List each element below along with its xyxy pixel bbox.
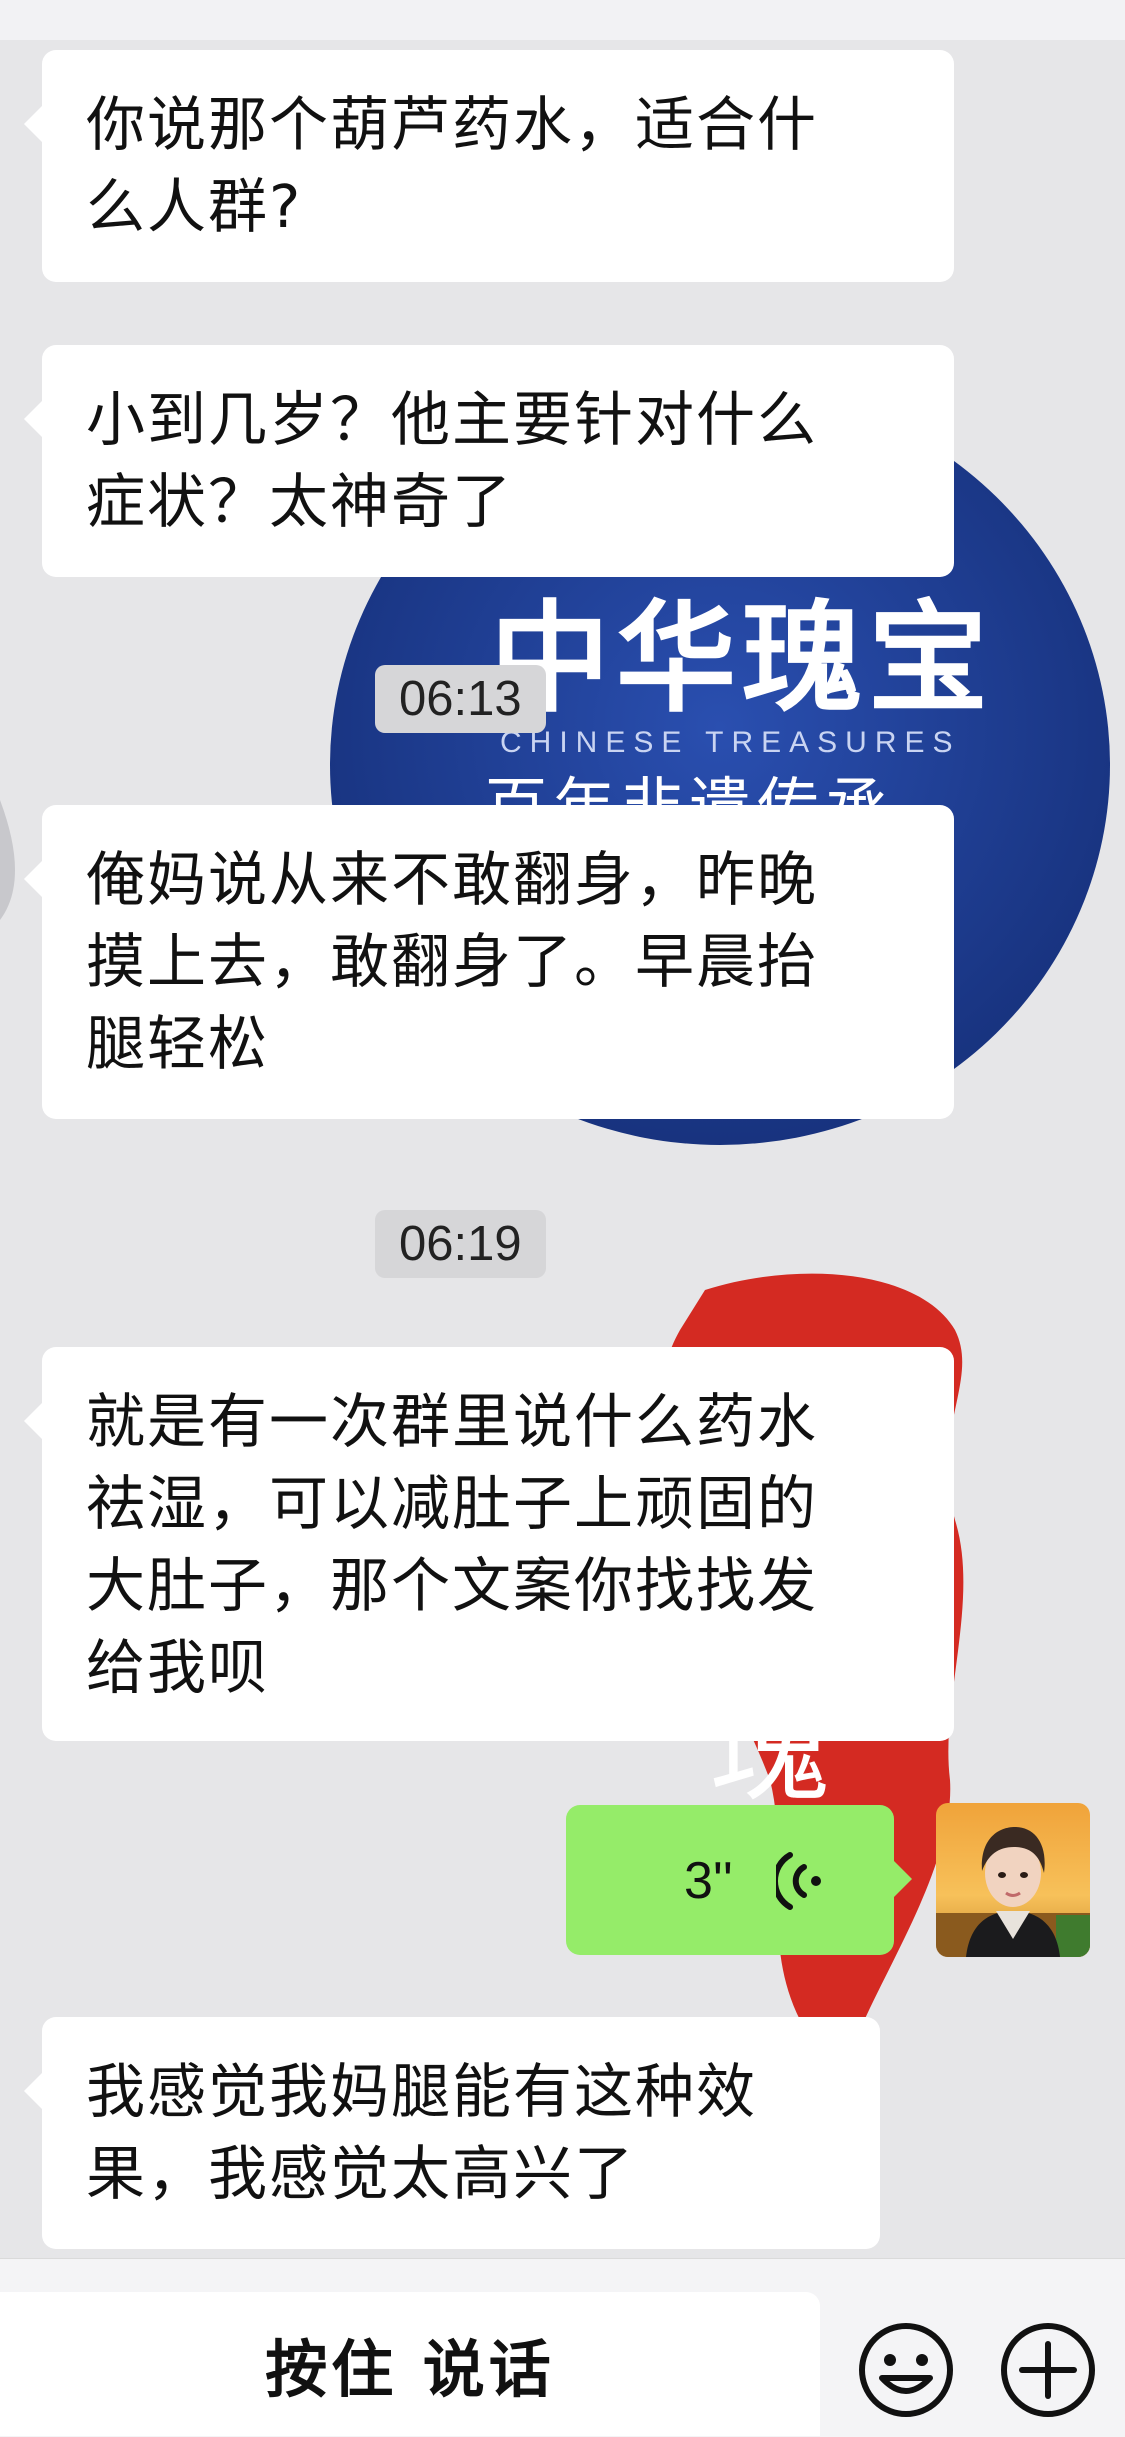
brand-title: 中华瑰宝: [490, 588, 994, 729]
brand-subtitle: CHINESE TREASURES: [500, 726, 961, 759]
emoji-icon[interactable]: [856, 2320, 956, 2420]
message-line: 祛湿，可以减肚子上顽固的: [86, 1469, 819, 1538]
voice-message-bubble[interactable]: 3'': [566, 1805, 912, 1955]
timestamp: 06:19: [375, 1210, 546, 1278]
message-bubble[interactable]: 俺妈说从来不敢翻身，昨晚 摸上去，敢翻身了。早晨抬 腿轻松: [24, 805, 954, 1119]
message-line: 腿轻松: [86, 1009, 270, 1078]
message-line: 果，我感觉太高兴了: [86, 2139, 636, 2208]
message-line: 俺妈说从来不敢翻身，昨晚: [86, 845, 819, 914]
message-line: 我感觉我妈腿能有这种效: [86, 2057, 758, 2126]
message-bubble[interactable]: 你说那个葫芦药水，适合什 么人群?: [24, 50, 954, 282]
voice-wave-icon: [776, 1852, 821, 1910]
message-line: 摸上去，敢翻身了。早晨抬: [86, 927, 819, 996]
message-bubble[interactable]: 就是有一次群里说什么药水 祛湿，可以减肚子上顽固的 大肚子，那个文案你找找发 给…: [24, 1347, 954, 1741]
avatar-image: [936, 1803, 1090, 1957]
message-bubble[interactable]: 小到几岁？他主要针对什么 症状？太神奇了: [24, 345, 954, 577]
voice-duration: 3'': [684, 1852, 733, 1910]
message-line: 症状？太神奇了: [86, 467, 514, 536]
hold-to-talk-button[interactable]: 按住 说话: [0, 2292, 820, 2436]
timestamp: 06:13: [375, 665, 546, 733]
message-line: 给我呗: [86, 1633, 270, 1702]
avatar[interactable]: [936, 1803, 1090, 1957]
message-line: 么人群?: [86, 172, 303, 241]
top-bar: [0, 0, 1125, 40]
message-line: 就是有一次群里说什么药水: [86, 1387, 819, 1456]
message-line: 你说那个葫芦药水，适合什: [86, 90, 819, 159]
message-line: 小到几岁？他主要针对什么: [86, 385, 819, 454]
plus-circle-icon[interactable]: [998, 2320, 1098, 2420]
message-bubble[interactable]: 我感觉我妈腿能有这种效 果，我感觉太高兴了: [24, 2017, 880, 2249]
message-line: 大肚子，那个文案你找找发: [86, 1551, 819, 1620]
hold-to-talk-label: 按住 说话: [265, 2333, 555, 2406]
